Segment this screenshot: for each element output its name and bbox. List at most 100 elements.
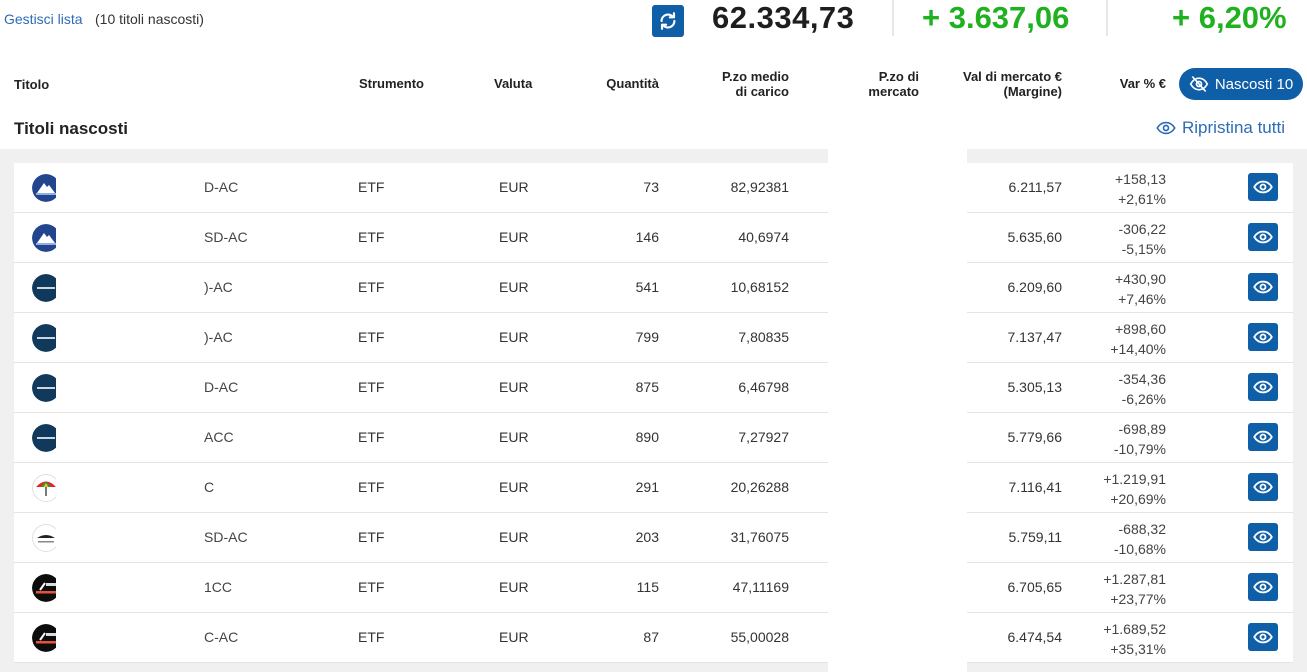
instrument-cell: ETF [358, 529, 385, 545]
currency-cell: EUR [499, 329, 529, 345]
title-mask [56, 563, 206, 612]
restore-all-link[interactable]: Ripristina tutti [1156, 118, 1285, 138]
col-header-strumento[interactable]: Strumento [359, 76, 424, 91]
gain-absolute: + 3.637,06 [922, 0, 1070, 35]
avg-price-cell: 10,68152 [730, 279, 789, 295]
restore-row-button[interactable] [1248, 223, 1278, 251]
restore-row-button[interactable] [1248, 173, 1278, 201]
title-mask [56, 213, 206, 262]
currency-cell: EUR [499, 229, 529, 245]
market-value-cell: 5.759,11 [1008, 529, 1062, 545]
col-header-pzo-mercato-line1: P.zo di [878, 69, 919, 84]
col-header-pzo-medio-line2: di carico [735, 84, 789, 99]
eye-icon [1253, 430, 1273, 444]
restore-row-button[interactable] [1248, 273, 1278, 301]
table-row: C-AC ETF EUR 87 55,00028 [14, 613, 828, 663]
col-header-pzo-medio[interactable]: P.zo medio di carico [680, 69, 789, 99]
col-header-val-mercato-line1: Val di mercato € [963, 69, 1062, 84]
quantity-cell: 541 [635, 279, 659, 295]
avg-price-cell: 40,6974 [738, 229, 789, 245]
market-value-cell: 5.635,60 [1007, 229, 1063, 245]
title-name[interactable]: C [204, 463, 214, 512]
instrument-cell: ETF [358, 429, 385, 445]
title-name[interactable]: SD-AC [204, 213, 248, 262]
restore-row-button[interactable] [1248, 623, 1278, 651]
hidden-count-text: (10 titoli nascosti) [95, 11, 204, 27]
col-header-val-mercato[interactable]: Val di mercato € (Margine) [940, 69, 1062, 99]
instrument-cell: ETF [358, 629, 385, 645]
quantity-cell: 890 [635, 429, 659, 445]
manage-list-link[interactable]: Gestisci lista [4, 11, 83, 27]
market-value-cell: 7.116,41 [1008, 479, 1062, 495]
variation-abs: -354,36 [1118, 371, 1166, 387]
table-row-right: 5.305,13 -354,36 -6,26% [967, 363, 1293, 413]
variation-pct: -10,79% [1113, 441, 1166, 457]
restore-row-button[interactable] [1248, 473, 1278, 501]
title-name[interactable]: D-AC [204, 163, 238, 212]
refresh-button[interactable] [652, 5, 684, 37]
title-name[interactable]: SD-AC [204, 513, 248, 562]
instrument-cell: ETF [358, 329, 385, 345]
variation-abs: +1.287,81 [1103, 571, 1166, 587]
restore-row-button[interactable] [1248, 323, 1278, 351]
currency-cell: EUR [499, 429, 529, 445]
variation-cell: +158,13 +2,61% [1087, 169, 1166, 209]
avg-price-cell: 47,11169 [732, 579, 789, 595]
title-name[interactable]: 1CC [204, 563, 232, 612]
restore-row-button[interactable] [1248, 573, 1278, 601]
title-name[interactable]: C-AC [204, 613, 238, 662]
title-name[interactable]: ACC [204, 413, 234, 462]
hidden-toggle-button[interactable]: Nascosti 10 [1179, 68, 1303, 100]
restore-all-label: Ripristina tutti [1182, 118, 1285, 137]
col-header-pzo-mercato[interactable]: P.zo di mercato [840, 69, 919, 99]
col-header-quantita[interactable]: Quantità [590, 76, 659, 91]
eye-icon [1253, 280, 1273, 294]
restore-row-button[interactable] [1248, 523, 1278, 551]
eye-off-icon [1189, 75, 1209, 93]
table-row-right: 5.779,66 -698,89 -10,79% [967, 413, 1293, 463]
col-header-var[interactable]: Var % € [1090, 76, 1166, 91]
variation-abs: +430,90 [1115, 271, 1166, 287]
title-mask [56, 163, 206, 212]
title-name[interactable]: D-AC [204, 363, 238, 412]
market-value-cell: 6.474,54 [1007, 629, 1063, 645]
variation-cell: +430,90 +7,46% [1087, 269, 1166, 309]
avg-price-cell: 55,00028 [730, 629, 789, 645]
section-title: Titoli nascosti [14, 119, 128, 138]
currency-cell: EUR [499, 279, 529, 295]
table-row-right: 5.635,60 -306,22 -5,15% [967, 213, 1293, 263]
quantity-cell: 203 [635, 529, 659, 545]
restore-row-button[interactable] [1248, 373, 1278, 401]
currency-cell: EUR [499, 529, 529, 545]
variation-cell: +898,60 +14,40% [1087, 319, 1166, 359]
eye-icon [1253, 380, 1273, 394]
variation-abs: -306,22 [1118, 221, 1166, 237]
variation-pct: -10,68% [1113, 541, 1166, 557]
quantity-cell: 73 [643, 179, 659, 195]
table-row-right: 7.116,41 +1.219,91 +20,69% [967, 463, 1293, 513]
table-row: C ETF EUR 291 20,26288 [14, 463, 828, 513]
title-name[interactable]: )-AC [204, 313, 233, 362]
col-header-pzo-mercato-line2: mercato [868, 84, 919, 99]
currency-cell: EUR [499, 179, 529, 195]
eye-icon [1253, 580, 1273, 594]
col-header-titolo[interactable]: Titolo [14, 77, 49, 92]
quantity-cell: 291 [635, 479, 659, 495]
eye-icon [1156, 121, 1176, 135]
title-name[interactable]: )-AC [204, 263, 233, 312]
avg-price-cell: 7,80835 [738, 329, 789, 345]
title-mask [56, 613, 206, 662]
col-header-valuta[interactable]: Valuta [494, 76, 532, 91]
avg-price-cell: 31,76075 [730, 529, 789, 545]
hidden-toggle-label: Nascosti 10 [1214, 75, 1294, 93]
market-value-cell: 6.211,57 [1008, 179, 1062, 195]
variation-pct: +35,31% [1110, 641, 1166, 657]
restore-row-button[interactable] [1248, 423, 1278, 451]
table-row-right: 6.211,57 +158,13 +2,61% [967, 163, 1293, 213]
eye-icon [1253, 530, 1273, 544]
table-row: SD-AC ETF EUR 203 31,76075 [14, 513, 828, 563]
col-header-val-mercato-line2: (Margine) [1003, 84, 1063, 99]
market-value-cell: 7.137,47 [1007, 329, 1063, 345]
variation-abs: +158,13 [1115, 171, 1166, 187]
variation-abs: +898,60 [1115, 321, 1166, 337]
